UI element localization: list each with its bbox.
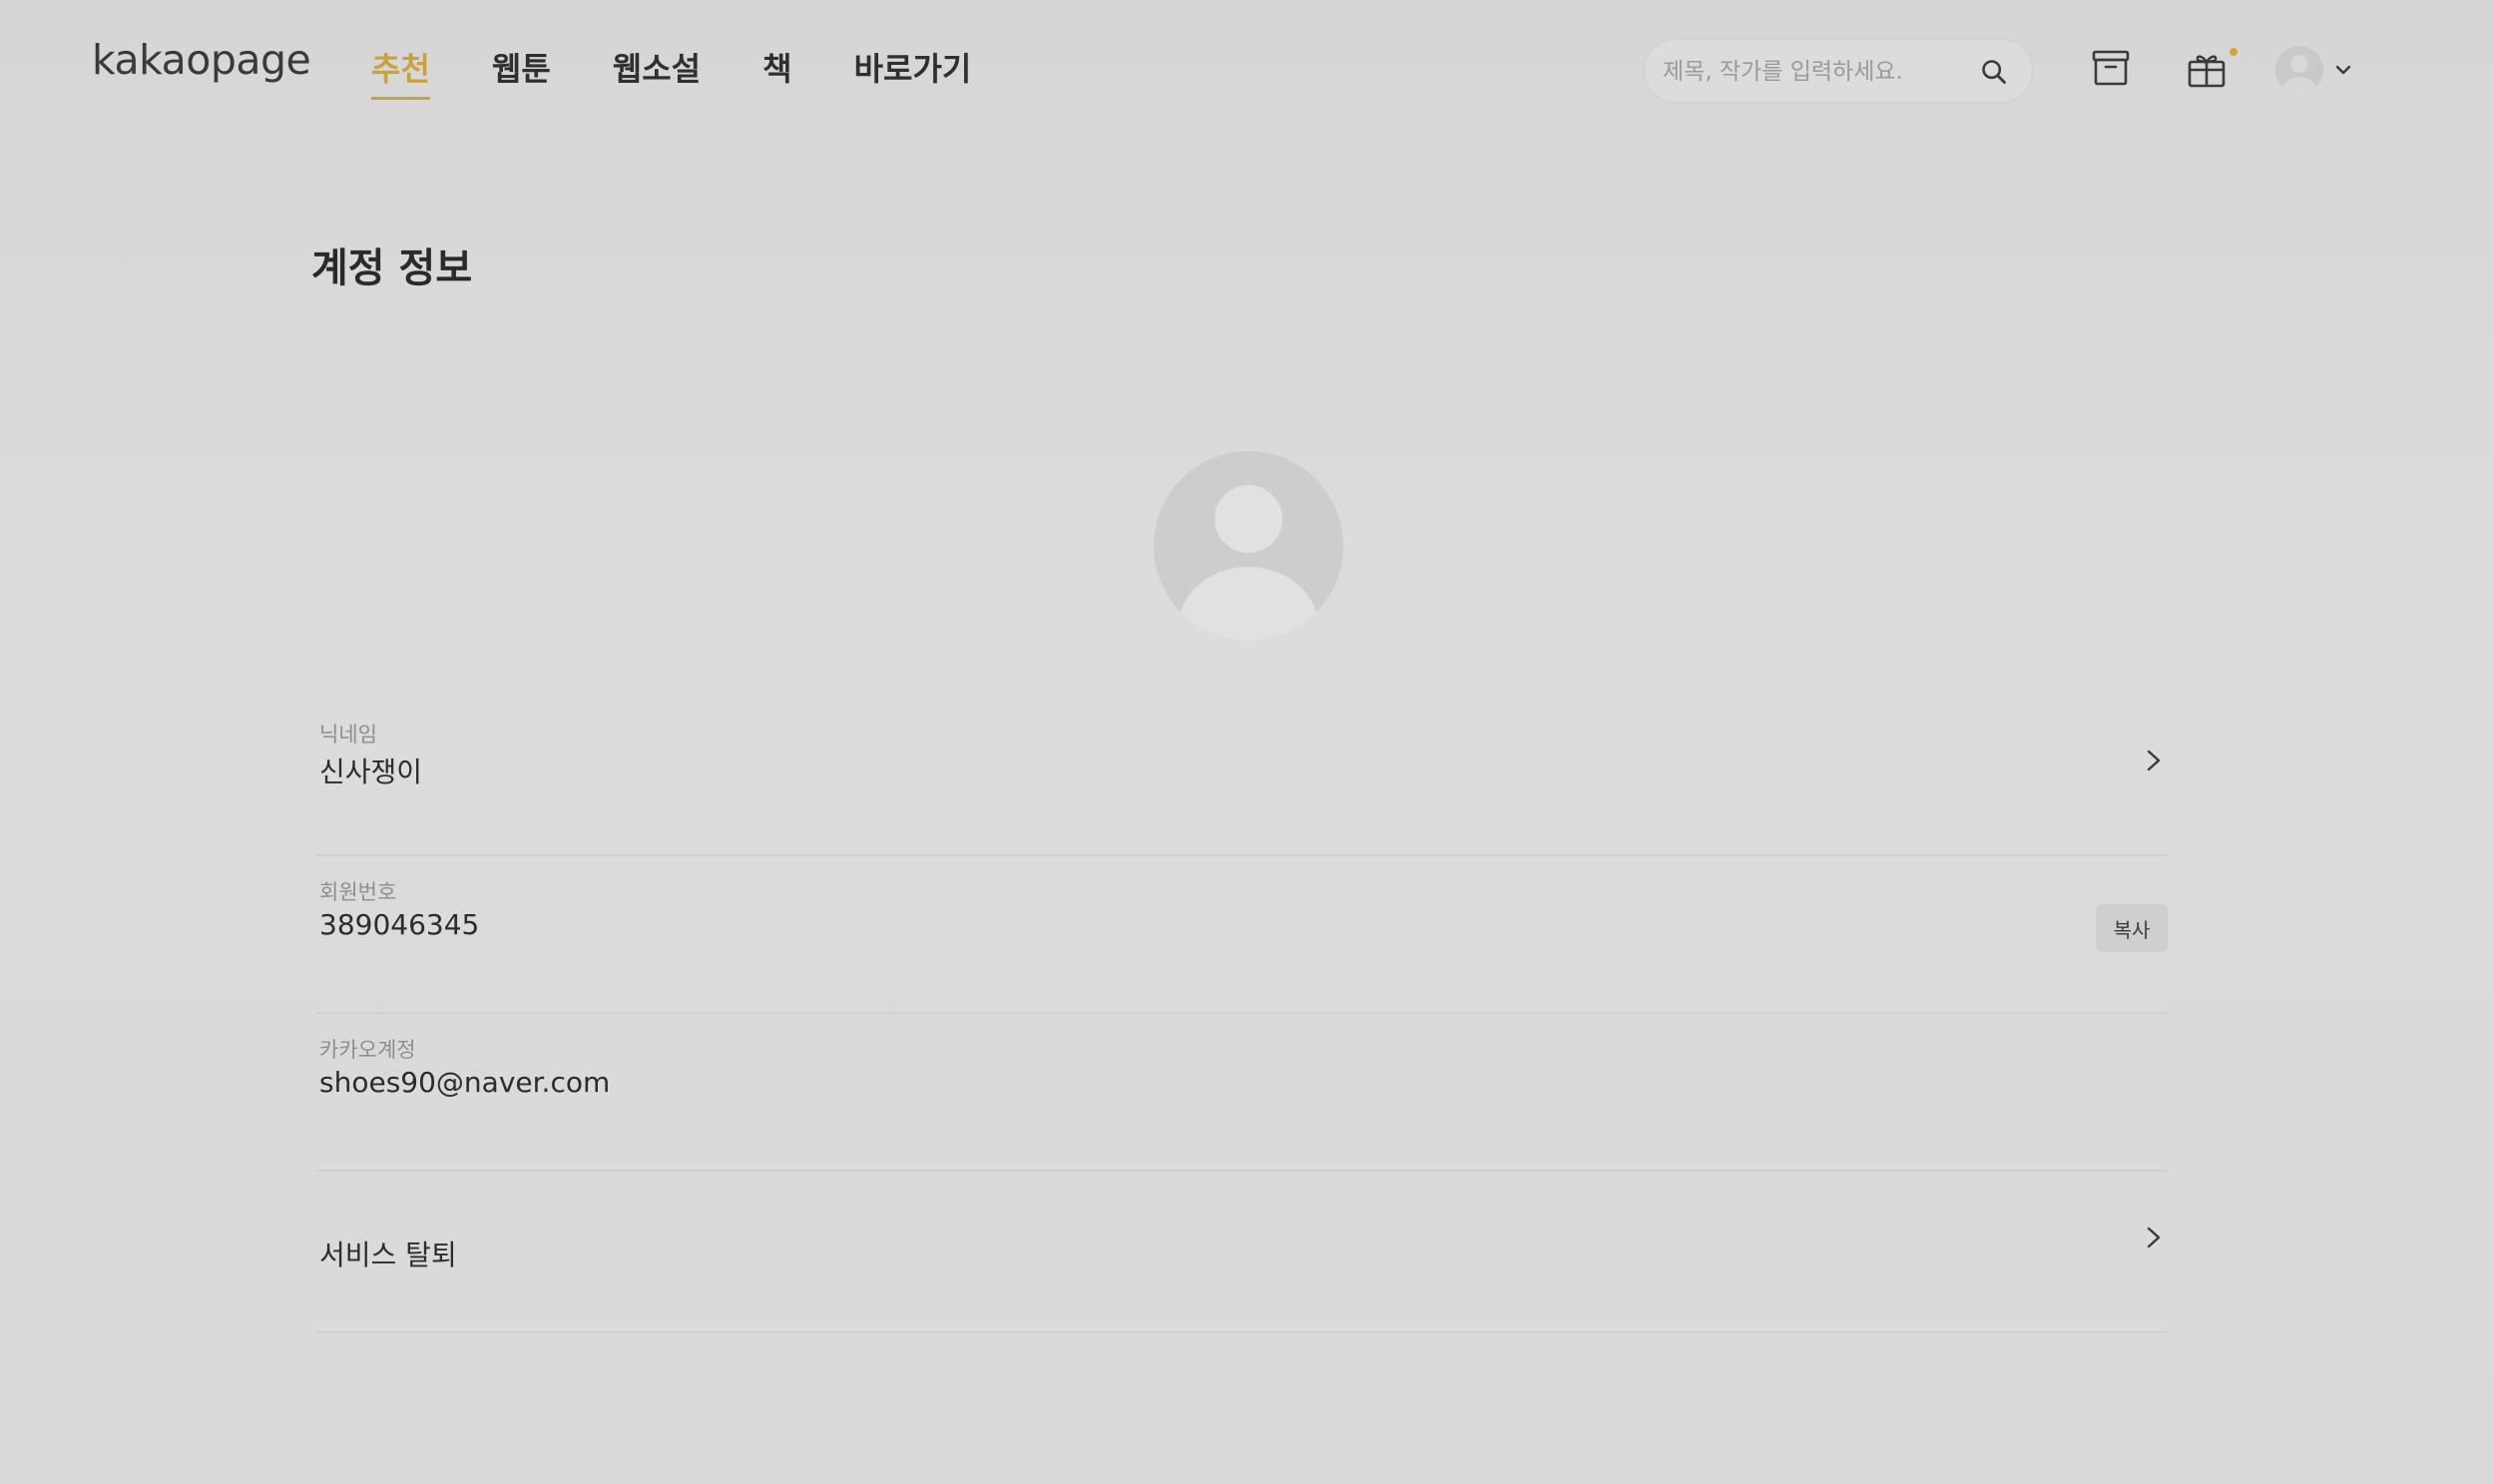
chevron-right-icon[interactable] xyxy=(2140,1224,2168,1251)
member-number-label: 회원번호 xyxy=(319,880,397,904)
nickname-value: 신사쟁이 xyxy=(319,755,423,788)
member-number-row: 회원번호 389046345 복사 xyxy=(315,856,2168,1014)
nav-item-recommend[interactable]: 추천 xyxy=(371,44,430,100)
chevron-right-icon[interactable] xyxy=(2140,746,2168,774)
main-nav: 추천 웹툰 웹소설 책 바로가기 xyxy=(371,44,1033,100)
member-number-value: 389046345 xyxy=(319,908,480,941)
kakao-account-label: 카카오계정 xyxy=(319,1038,416,1062)
nickname-label: 닉네임 xyxy=(319,723,377,746)
kakaopage-logo[interactable]: kakaopage xyxy=(92,36,311,84)
account-page: kakaopage 추천 웹툰 웹소설 책 바로가기 제목, 작가를 입력하세요… xyxy=(0,0,2494,1484)
top-header: kakaopage 추천 웹툰 웹소설 책 바로가기 xyxy=(0,0,2494,140)
notification-dot xyxy=(2230,48,2238,56)
profile-menu-button[interactable] xyxy=(2275,46,2357,96)
kakao-account-value: shoes90@naver.com xyxy=(319,1066,611,1099)
account-info-list: 닉네임 신사쟁이 회원번호 389046345 복사 카카오계정 shoes90… xyxy=(315,699,2168,1333)
nickname-row[interactable]: 닉네임 신사쟁이 xyxy=(315,699,2168,856)
profile-avatar xyxy=(1154,451,1343,641)
archive-icon[interactable] xyxy=(2088,46,2134,92)
search-bar xyxy=(1643,38,2034,104)
withdraw-label: 서비스 탈퇴 xyxy=(319,1238,457,1271)
nav-item-book[interactable]: 책 xyxy=(762,44,791,90)
gift-icon[interactable] xyxy=(2184,46,2230,92)
kakao-account-row: 카카오계정 shoes90@naver.com xyxy=(315,1014,2168,1172)
nav-item-webnovel[interactable]: 웹소설 xyxy=(613,44,701,90)
copy-button[interactable]: 복사 xyxy=(2096,904,2168,952)
search-input[interactable] xyxy=(1661,46,1964,98)
search-icon[interactable] xyxy=(1980,58,2008,86)
withdraw-row[interactable]: 서비스 탈퇴 xyxy=(315,1172,2168,1333)
nav-item-shortcut[interactable]: 바로가기 xyxy=(854,44,972,90)
nav-item-webtoon[interactable]: 웹툰 xyxy=(492,44,551,90)
page-title: 계정 정보 xyxy=(311,246,473,291)
avatar xyxy=(2275,46,2323,94)
chevron-down-icon xyxy=(2335,65,2351,75)
